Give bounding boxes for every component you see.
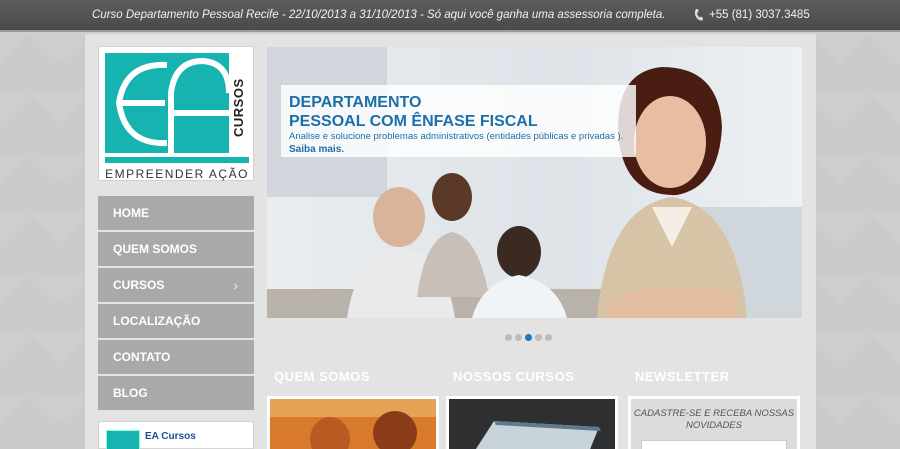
slider-dot-3[interactable]: [525, 334, 532, 341]
slider-dot-1[interactable]: [505, 334, 512, 341]
widget-page-name: EA Cursos: [145, 431, 196, 442]
section-header-about: QUEM SOMOS: [267, 364, 435, 390]
nav-item-home[interactable]: HOME: [98, 196, 254, 230]
section-header-about-label: QUEM SOMOS: [274, 369, 371, 384]
chevron-right-icon: ›: [233, 277, 238, 293]
nav-item-localizacao[interactable]: LOCALIZAÇÃO: [98, 304, 254, 338]
section-header-newsletter: NEWSLETTER: [628, 364, 796, 390]
nav-label: LOCALIZAÇÃO: [113, 314, 201, 328]
newsletter-prompt: CADASTRE-SE E RECEBA NOSSAS NOVIDADES: [633, 408, 795, 431]
logo-rule: [105, 157, 249, 163]
logo-word: CURSOS: [231, 78, 246, 137]
nav-label: CURSOS: [113, 278, 165, 292]
phone-contact[interactable]: +55 (81) 3037.3485: [694, 9, 810, 21]
nav-label: CONTATO: [113, 350, 171, 364]
nav-label: BLOG: [113, 386, 148, 400]
slide-caption: DEPARTAMENTO PESSOAL COM ÊNFASE FISCAL A…: [281, 85, 636, 157]
slider-pagination: [505, 334, 552, 341]
logo-tagline: EMPREENDER AÇÃO: [105, 167, 249, 181]
section-header-courses-label: NOSSOS CURSOS: [453, 369, 575, 384]
nav-item-quem-somos[interactable]: QUEM SOMOS: [98, 232, 254, 266]
social-widget[interactable]: EA Cursos: [98, 421, 254, 449]
site-logo[interactable]: CURSOS EMPREENDER AÇÃO: [98, 46, 254, 181]
nav-label: QUEM SOMOS: [113, 242, 198, 256]
phone-icon: [694, 9, 703, 21]
newsletter-panel: CADASTRE-SE E RECEBA NOSSAS NOVIDADES: [628, 396, 800, 449]
about-image[interactable]: [267, 396, 439, 449]
nav-item-contato[interactable]: CONTATO: [98, 340, 254, 374]
nav-item-blog[interactable]: BLOG: [98, 376, 254, 410]
newsletter-email-input[interactable]: [641, 440, 787, 449]
phone-number: +55 (81) 3037.3485: [709, 9, 810, 21]
logo-mark: [105, 53, 229, 153]
slider-dot-5[interactable]: [545, 334, 552, 341]
slide-title-line-1: DEPARTAMENTO: [289, 94, 422, 111]
slide-more-link[interactable]: Saiba mais.: [289, 144, 344, 155]
slide-subtitle: Analise e solucione problemas administra…: [289, 131, 624, 142]
section-header-courses: NOSSOS CURSOS: [446, 364, 614, 390]
slide-title-line-2: PESSOAL COM ÊNFASE FISCAL: [289, 113, 538, 130]
top-bar: Curso Departamento Pessoal Recife - 22/1…: [0, 0, 900, 32]
promo-text: Curso Departamento Pessoal Recife - 22/1…: [92, 9, 666, 21]
section-header-newsletter-label: NEWSLETTER: [635, 369, 730, 384]
nav-label: HOME: [113, 206, 149, 220]
widget-logo-thumbnail: [106, 430, 140, 449]
hero-slider[interactable]: DEPARTAMENTO PESSOAL COM ÊNFASE FISCAL A…: [267, 47, 802, 318]
main-nav: HOME QUEM SOMOS CURSOS › LOCALIZAÇÃO CONT…: [98, 196, 254, 412]
courses-image[interactable]: [446, 396, 618, 449]
slider-dot-2[interactable]: [515, 334, 522, 341]
nav-item-cursos[interactable]: CURSOS ›: [98, 268, 254, 302]
slide-title: DEPARTAMENTO PESSOAL COM ÊNFASE FISCAL: [289, 93, 538, 131]
slider-dot-4[interactable]: [535, 334, 542, 341]
